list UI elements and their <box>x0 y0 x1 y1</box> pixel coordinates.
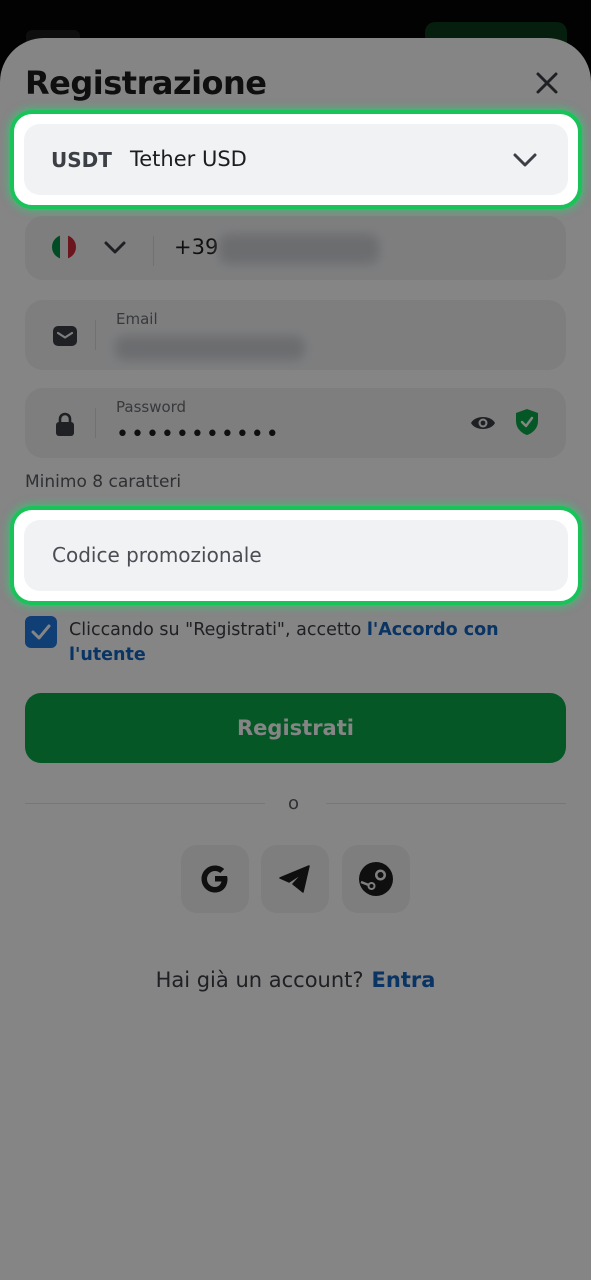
chevron-down-icon[interactable] <box>103 238 127 258</box>
italy-flag-icon[interactable] <box>52 235 76 259</box>
divider <box>95 408 96 438</box>
register-button[interactable]: Registrati <box>25 693 566 763</box>
phone-number-blurred <box>219 234 379 264</box>
lock-icon <box>56 412 74 436</box>
steam-icon <box>359 862 393 896</box>
promo-code-placeholder-highlighted: Codice promozionale <box>52 543 262 567</box>
password-value: ••••••••••• <box>116 422 281 447</box>
agreement-text: Cliccando su "Registrati", accetto l'Acc… <box>69 618 549 668</box>
agreement-text-prefix: Cliccando su "Registrati", accetto <box>69 620 367 640</box>
telegram-login-button[interactable] <box>261 845 329 913</box>
phone-prefix: +39 <box>174 235 219 259</box>
password-field[interactable]: Password ••••••••••• <box>25 388 566 458</box>
divider <box>153 236 154 266</box>
shield-check-icon <box>516 409 538 435</box>
page-title: Registrazione <box>25 64 267 102</box>
currency-name-highlighted: Tether USD <box>130 147 247 171</box>
telegram-icon <box>279 865 310 893</box>
email-field[interactable]: Email <box>25 300 566 370</box>
google-login-button[interactable] <box>181 845 249 913</box>
divider-left <box>25 803 265 804</box>
eye-icon[interactable] <box>469 412 497 434</box>
chevron-down-icon <box>513 153 537 167</box>
divider-label: o <box>288 793 300 814</box>
highlight-promo-code[interactable]: Codice promozionale <box>10 506 582 605</box>
login-prompt: Hai già un account? Entra <box>0 968 591 992</box>
password-label: Password <box>116 398 187 416</box>
steam-login-button[interactable] <box>342 845 410 913</box>
agreement-checkbox[interactable] <box>25 616 57 648</box>
phone-field[interactable]: +39 <box>25 216 566 280</box>
email-value-blurred <box>115 336 305 360</box>
divider <box>95 320 96 350</box>
login-link[interactable]: Entra <box>372 968 436 992</box>
divider-right <box>326 803 566 804</box>
currency-code-highlighted: USDT <box>51 148 112 172</box>
password-hint: Minimo 8 caratteri <box>25 472 182 492</box>
close-icon[interactable] <box>530 66 564 100</box>
registration-sheet: Registrazione USDT Tether USD +39 Email … <box>0 38 591 1280</box>
login-prompt-text: Hai già un account? <box>155 968 364 992</box>
checkmark-icon <box>31 624 51 640</box>
highlight-currency-select[interactable]: USDT Tether USD <box>10 110 582 209</box>
mail-icon <box>53 326 77 346</box>
email-label: Email <box>116 310 158 328</box>
google-icon <box>201 865 228 893</box>
